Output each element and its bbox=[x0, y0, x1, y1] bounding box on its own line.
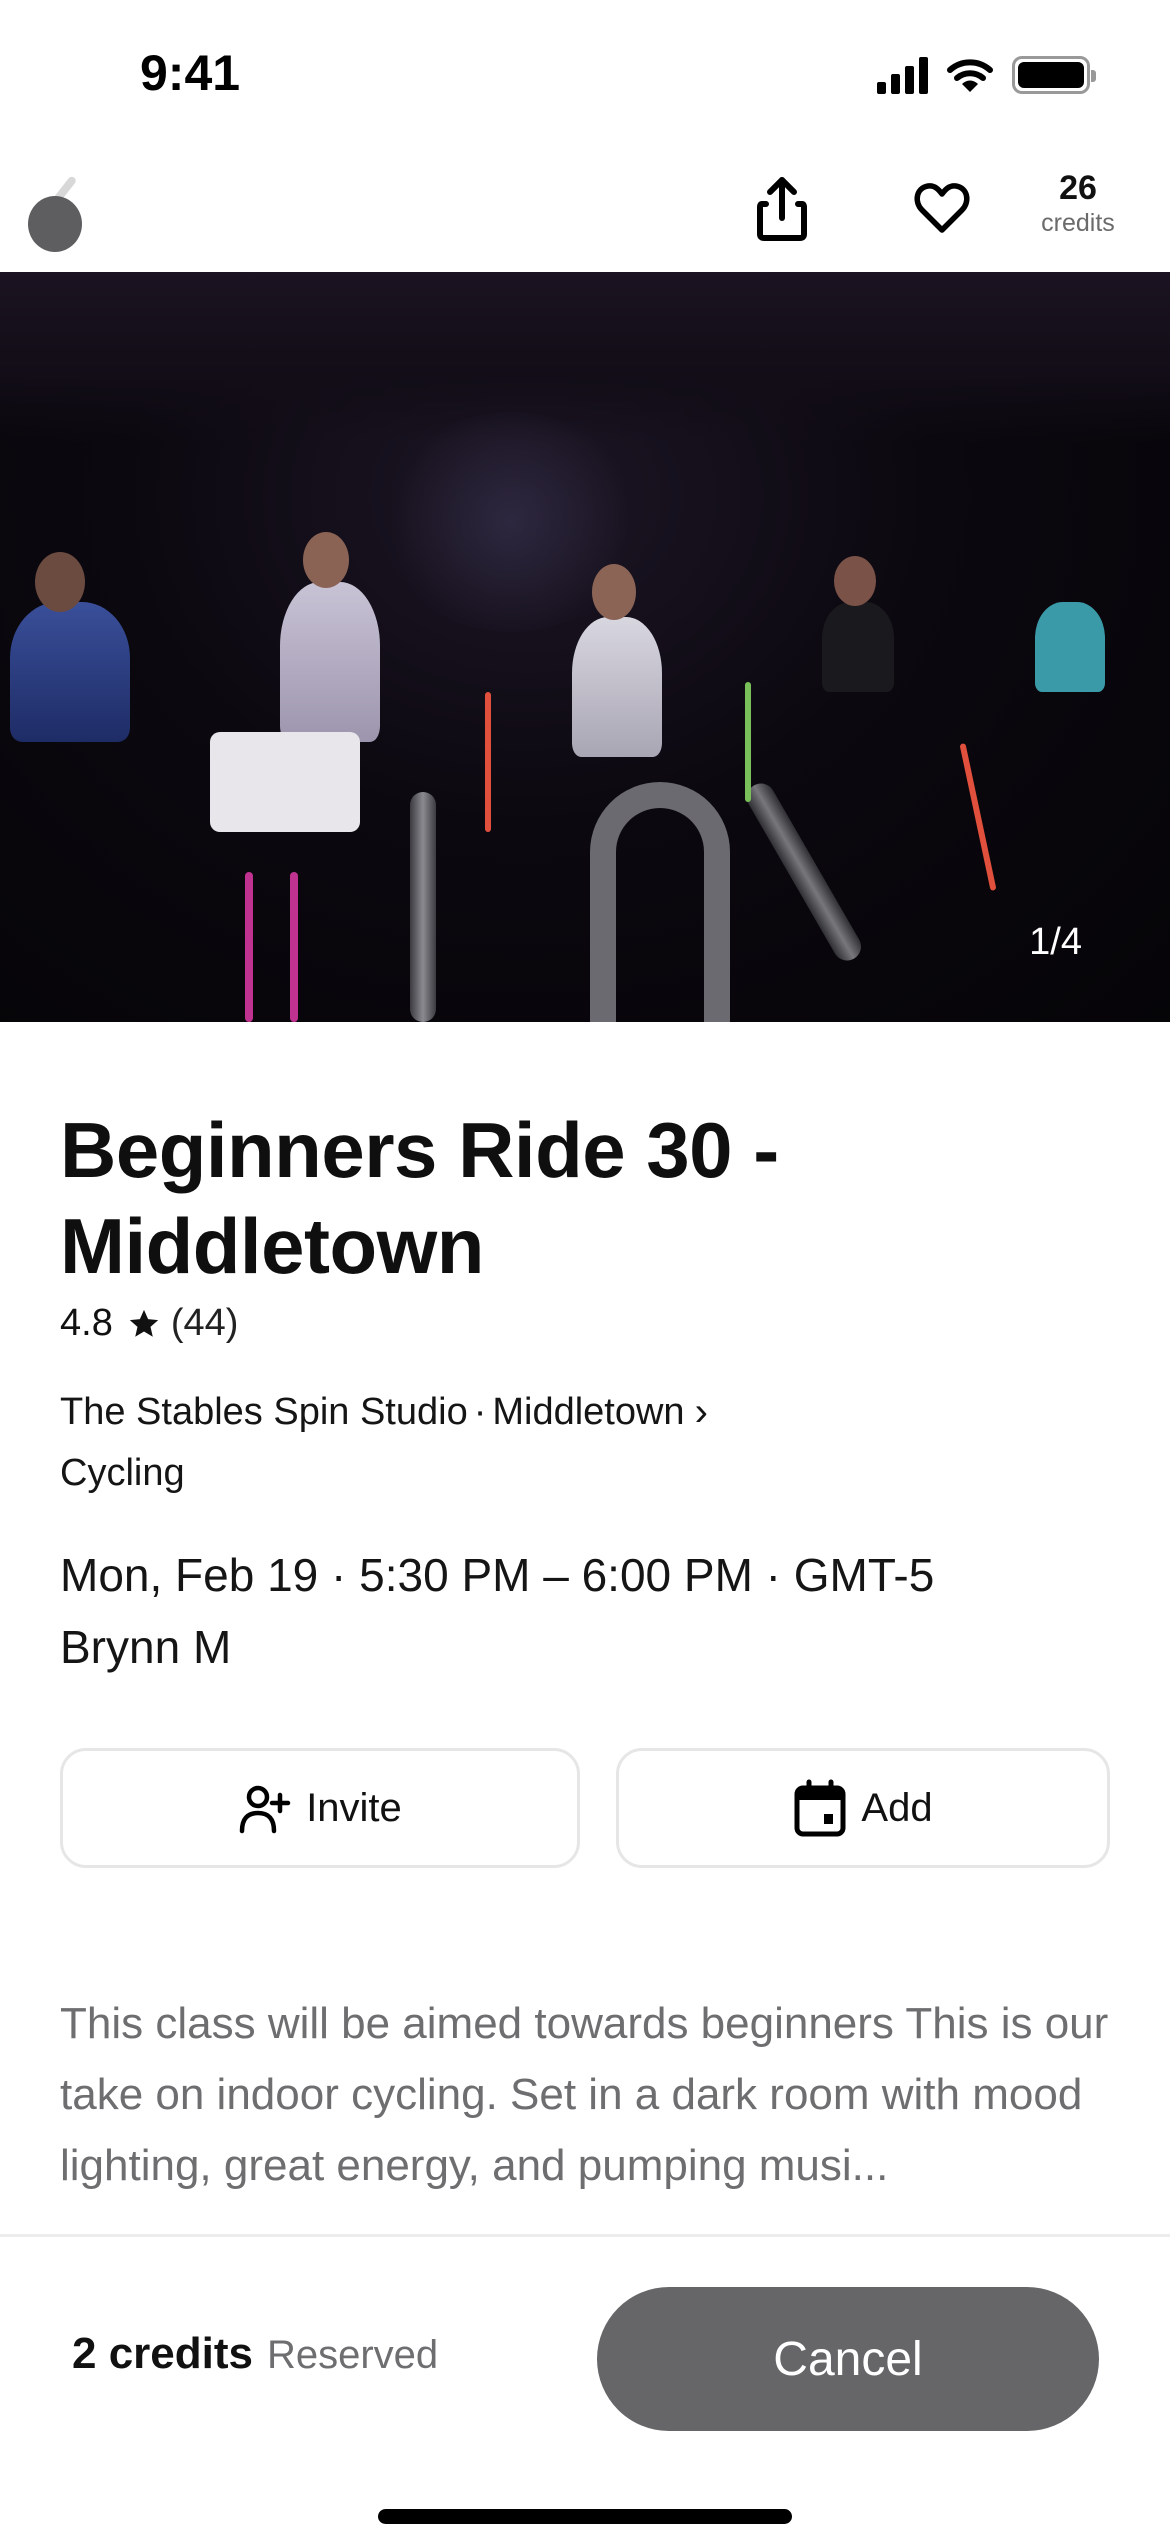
star-icon bbox=[129, 1309, 158, 1337]
reservation-status: Reserved bbox=[266, 2333, 439, 2377]
studio-link[interactable]: The Stables Spin Studio · Middletown › bbox=[60, 1390, 708, 1435]
share-icon bbox=[757, 177, 807, 241]
photo-bike-frame bbox=[745, 682, 751, 802]
cancel-button[interactable]: Cancel bbox=[597, 2287, 1099, 2431]
photo-bike-frame bbox=[245, 872, 253, 1022]
class-datetime: Mon, Feb 19 · 5:30 PM – 6:00 PM · GMT-5 bbox=[60, 1549, 935, 1601]
heart-outline-icon bbox=[914, 183, 970, 233]
favorite-button[interactable] bbox=[912, 178, 972, 238]
invite-button[interactable]: Invite bbox=[60, 1748, 580, 1868]
review-count: (44) bbox=[170, 1302, 239, 1344]
status-icons bbox=[877, 56, 1096, 94]
status-bar: 9:41 bbox=[0, 0, 1170, 150]
photo-bike-frame bbox=[485, 692, 491, 832]
photo-figure bbox=[35, 552, 85, 612]
class-photo-carousel[interactable]: 1/4 bbox=[0, 272, 1170, 1022]
wifi-icon bbox=[947, 59, 993, 92]
nav-bar: 26 credits bbox=[0, 150, 1170, 272]
photo-figure bbox=[572, 617, 662, 757]
photo-figure bbox=[592, 564, 636, 620]
chevron-right-icon: › bbox=[694, 1390, 708, 1434]
photo-handlebar bbox=[590, 782, 730, 1022]
class-title: Beginners Ride 30 - Middletown bbox=[60, 1106, 779, 1290]
credits-label: credits bbox=[1041, 209, 1115, 237]
status-time: 9:41 bbox=[140, 45, 241, 101]
photo-figure bbox=[280, 582, 380, 742]
add-label: Add bbox=[861, 1785, 933, 1830]
photo-handlebar bbox=[741, 778, 867, 966]
photo-handlebar bbox=[410, 792, 436, 1022]
calendar-icon bbox=[794, 1779, 846, 1837]
photo-figure bbox=[822, 602, 894, 692]
photo-figure bbox=[303, 532, 349, 588]
class-description[interactable]: This class will be aimed towards beginne… bbox=[60, 1988, 1120, 2201]
reservation-info: 2 credits Reserved bbox=[72, 2329, 438, 2379]
touch-indicator bbox=[28, 196, 82, 252]
back-button[interactable] bbox=[26, 170, 86, 260]
booking-footer: 2 credits Reserved Cancel bbox=[0, 2234, 1170, 2532]
invite-label: Invite bbox=[306, 1785, 402, 1830]
photo-bike-frame bbox=[959, 743, 997, 891]
share-button[interactable] bbox=[752, 174, 812, 244]
separator: · bbox=[473, 1391, 487, 1433]
studio-name: The Stables Spin Studio bbox=[60, 1391, 468, 1433]
reserved-credits: 2 credits bbox=[72, 2329, 253, 2378]
studio-location: Middletown bbox=[492, 1391, 685, 1433]
add-to-calendar-button[interactable]: Add bbox=[616, 1748, 1110, 1868]
cellular-signal-icon bbox=[877, 56, 928, 94]
class-category: Cycling bbox=[60, 1452, 185, 1494]
photo-figure bbox=[1035, 602, 1105, 692]
photo-figure bbox=[10, 602, 130, 742]
photo-counter: 1/4 bbox=[1029, 921, 1082, 963]
credits-balance[interactable]: 26 credits bbox=[1028, 168, 1128, 238]
rating-value: 4.8 bbox=[60, 1302, 113, 1344]
battery-icon bbox=[1012, 56, 1096, 94]
person-add-icon bbox=[239, 1785, 291, 1834]
photo-figure bbox=[834, 556, 876, 606]
home-indicator[interactable] bbox=[378, 2509, 792, 2524]
credits-count: 26 bbox=[1059, 169, 1097, 207]
rating[interactable]: 4.8 (44) bbox=[60, 1302, 238, 1345]
photo-figure bbox=[210, 732, 360, 832]
photo-bike-frame bbox=[290, 872, 298, 1022]
instructor-name[interactable]: Brynn M bbox=[60, 1620, 231, 1674]
